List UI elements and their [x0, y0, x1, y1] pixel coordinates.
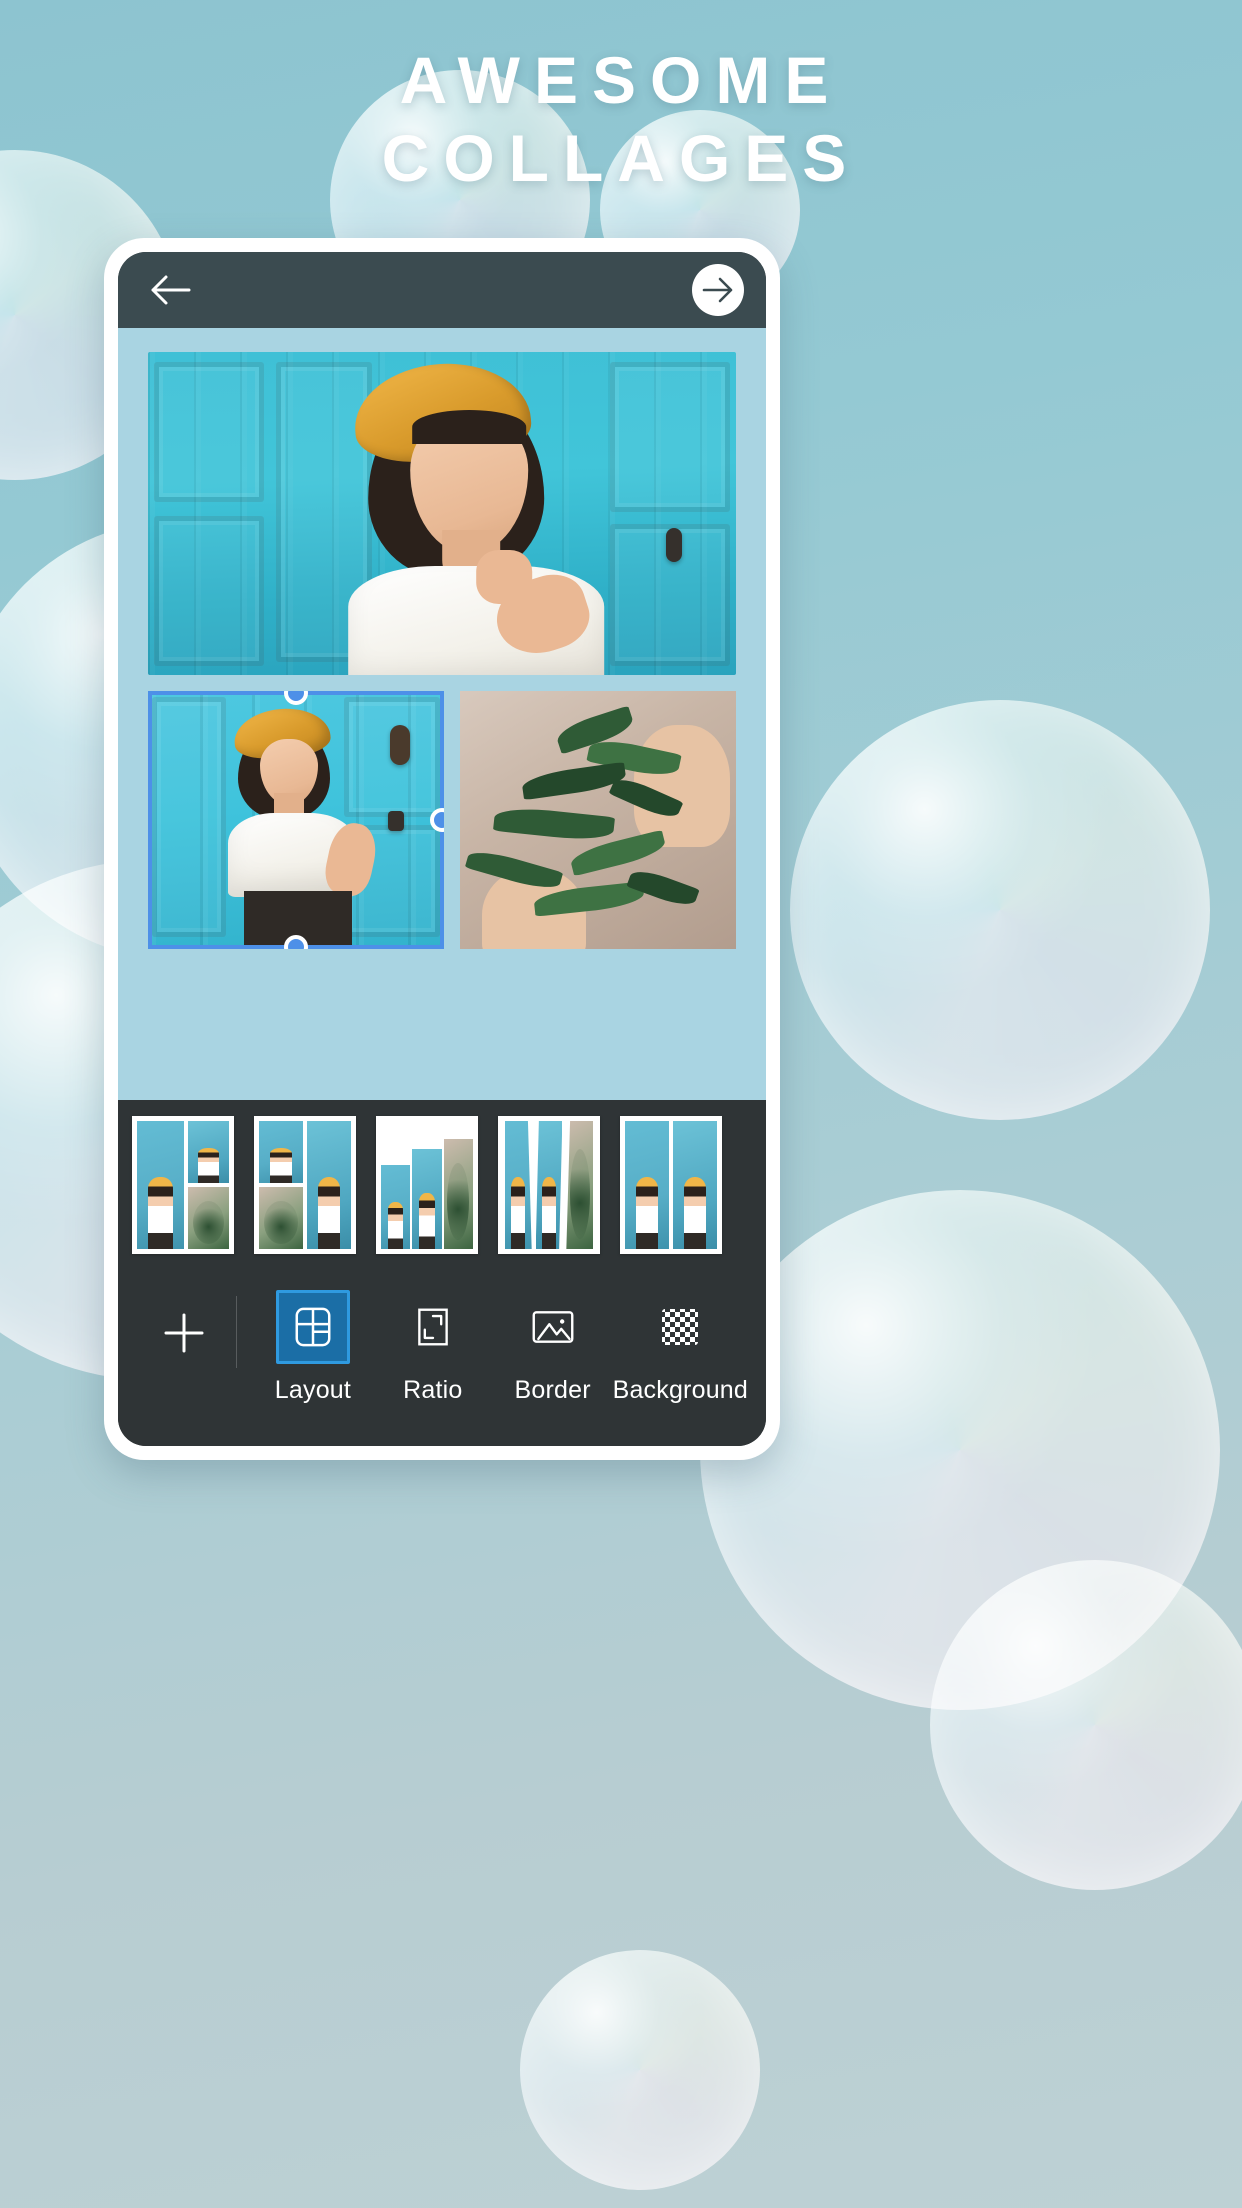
app-navbar: [118, 252, 766, 328]
layout-grid-icon-box: [275, 1290, 350, 1364]
headline-line-2: COLLAGES: [381, 120, 861, 195]
tool-background[interactable]: Background: [613, 1290, 748, 1405]
collage-cell-left[interactable]: [148, 691, 444, 949]
layout-grid-icon: [295, 1307, 331, 1347]
page-title: AWESOME COLLAGES: [0, 42, 1242, 198]
tool-layout-label: Layout: [274, 1376, 352, 1404]
checkerboard-icon-box: [643, 1290, 717, 1364]
tool-border-label: Border: [514, 1376, 591, 1404]
aspect-ratio-icon-box: [396, 1290, 470, 1364]
collage-cell-right[interactable]: [460, 691, 736, 949]
photo-portrait-hip: [148, 691, 444, 949]
next-button[interactable]: [692, 264, 744, 316]
image-icon-box: [516, 1290, 590, 1364]
photo-olive-branch: [460, 691, 736, 949]
photo-portrait-chin: [148, 352, 736, 675]
layout-template-2[interactable]: [254, 1116, 356, 1254]
promo-page: AWESOME COLLAGES Layout Ratio Border Bac…: [0, 0, 1242, 2208]
arrow-right-icon: [702, 277, 733, 303]
tool-layout[interactable]: Layout: [253, 1290, 373, 1405]
checkerboard-icon: [662, 1309, 699, 1345]
aspect-ratio-icon: [417, 1308, 448, 1346]
layout-template-3[interactable]: [376, 1116, 478, 1254]
tool-border[interactable]: Border: [493, 1290, 613, 1405]
toolbar-divider: [236, 1296, 237, 1368]
bubble-decoration: [930, 1560, 1242, 1890]
collage-row: [148, 691, 736, 949]
headline-line-1: AWESOME: [399, 43, 843, 117]
bubble-decoration: [520, 1950, 760, 2190]
bubble-decoration: [790, 700, 1210, 1120]
editor-toolbar: Layout Ratio Border Background: [118, 1270, 766, 1446]
plus-icon: [164, 1313, 204, 1353]
collage-cell-top[interactable]: [148, 352, 736, 675]
arrow-left-icon[interactable]: [148, 272, 192, 308]
layout-template-5[interactable]: [620, 1116, 722, 1254]
tool-background-label: Background: [612, 1376, 749, 1404]
app-screen: Layout Ratio Border Background: [118, 252, 766, 1446]
layout-template-1[interactable]: [132, 1116, 234, 1254]
phone-mockup: Layout Ratio Border Background: [104, 238, 780, 1460]
add-photo-button[interactable]: [136, 1290, 232, 1376]
layout-template-strip[interactable]: [118, 1100, 766, 1270]
collage-canvas[interactable]: [118, 328, 766, 1100]
layout-template-4[interactable]: [498, 1116, 600, 1254]
tool-ratio[interactable]: Ratio: [373, 1290, 493, 1405]
tool-ratio-label: Ratio: [403, 1376, 463, 1404]
image-icon: [532, 1311, 574, 1343]
